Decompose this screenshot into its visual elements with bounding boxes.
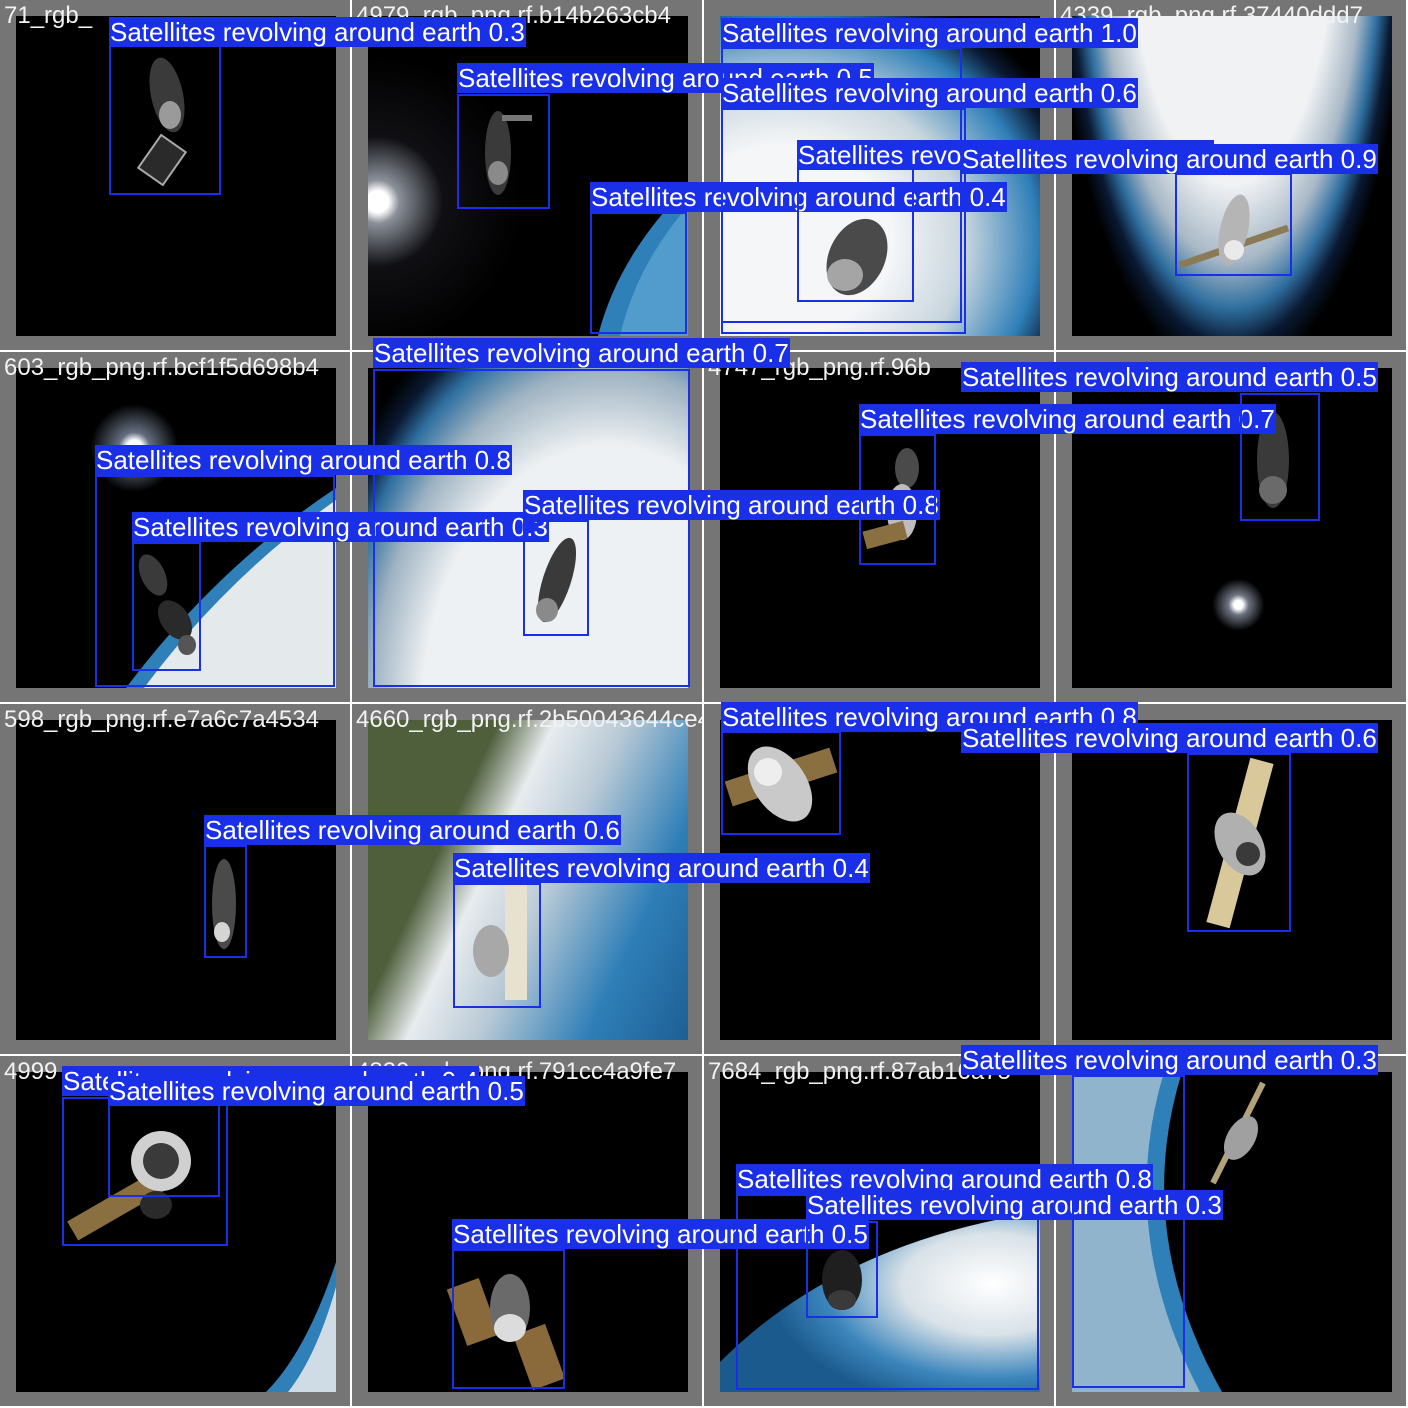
bounding-box [736,1194,1039,1390]
bounding-box [523,520,589,636]
bounding-box [721,731,841,835]
detection-label: Satellites revolving around earth 0.8 [95,445,512,475]
detection-label: Satellites revolving around earth 0.7 [373,338,790,368]
detection-label: Satellites revolving around earth 0.5 [108,1076,525,1106]
bounding-box [95,475,335,687]
tile-filename: 71_rgb_ [4,2,93,29]
detection-label: Satellites revolving around earth 0.5 [961,362,1378,392]
tile-filename: 4660_rgb_png.rf.2b50043644ce4 [356,706,702,733]
bounding-box [453,883,541,1008]
bounding-box [109,44,221,195]
detection-label: Satellites revolving around earth 0.4 [453,853,870,883]
spacecraft-icon [1210,1081,1266,1185]
detection-label: Satellites revolving around earth 0.6 [721,78,1138,108]
detection-label: Satellites revolving around earth 1.0 [721,18,1138,48]
bounding-box [1175,173,1292,276]
tile-filename: 603_rgb_png.rf.bcf1f5d698b4 [4,354,319,381]
detection-label: Satellites revolving around earth 0.3 [961,1045,1378,1075]
bounding-box [1240,393,1320,521]
bounding-box [1187,753,1291,932]
bounding-box [452,1249,565,1389]
bounding-box [1072,1075,1185,1388]
bounding-box [797,168,914,302]
bounding-box [859,434,936,565]
mosaic-tile: 598_rgb_png.rf.e7a6c7a4534 [0,704,350,1054]
tile-filename: 598_rgb_png.rf.e7a6c7a4534 [4,706,319,733]
detection-label: Satellites revolving around earth 0.6 [961,723,1378,753]
detection-label: Satellites revolving around earth 0.6 [204,815,621,845]
space-photo [16,720,336,1040]
bounding-box [806,1221,878,1318]
bounding-box [457,94,550,209]
bounding-box [204,845,247,958]
detection-label: Satellites revolving around earth 0.9 [961,144,1378,174]
bounding-box [108,1100,220,1197]
tile-filename: 4999 [4,1058,58,1085]
detection-label: Satellites revolving around earth 0.3 [109,17,526,47]
detection-label: Satellites revolving around earth 0.7 [859,404,1276,434]
bounding-box [590,212,687,334]
